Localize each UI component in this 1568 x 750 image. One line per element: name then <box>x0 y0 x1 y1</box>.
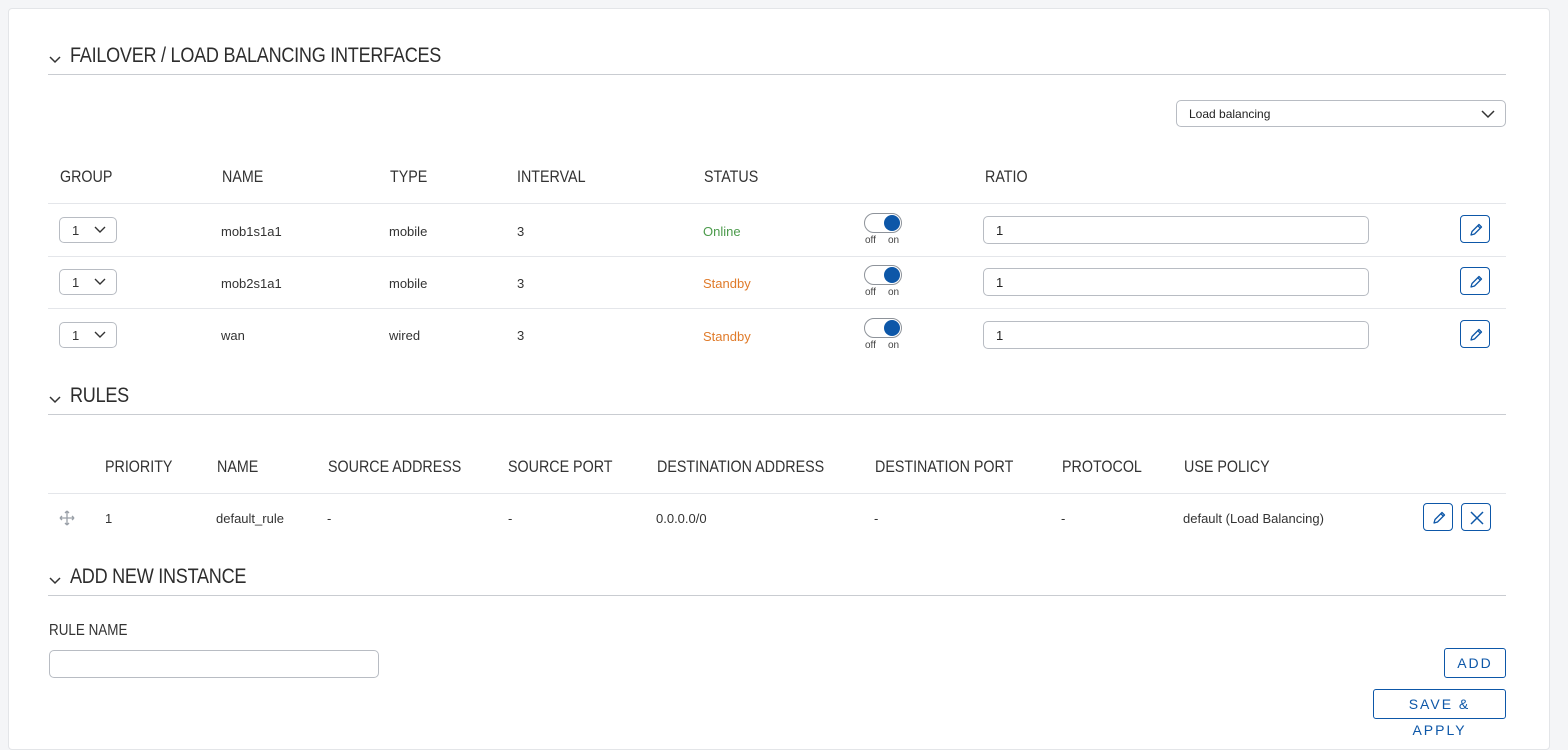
rule-priority: 1 <box>105 511 113 526</box>
header-source-address: SOURCE ADDRESS <box>328 457 462 476</box>
rule-name: default_rule <box>216 511 284 526</box>
header-destination-address: DESTINATION ADDRESS <box>657 457 825 476</box>
group-select-value: 1 <box>72 328 80 343</box>
edit-button[interactable] <box>1460 267 1490 295</box>
chevron-down-icon <box>49 396 61 404</box>
interface-type: mobile <box>389 224 428 239</box>
rules-section-title: RULES <box>70 384 129 407</box>
ratio-input[interactable] <box>983 321 1369 349</box>
close-icon <box>1470 511 1484 525</box>
interface-interval: 3 <box>517 276 525 291</box>
add-instance-section-title: ADD NEW INSTANCE <box>70 565 247 588</box>
status-badge: Standby <box>703 329 751 344</box>
add-instance-section-header[interactable]: ADD NEW INSTANCE <box>48 565 1506 596</box>
pencil-icon <box>1470 328 1483 341</box>
enable-toggle[interactable]: off on <box>864 318 904 354</box>
chevron-down-icon <box>49 56 61 64</box>
header-priority: PRIORITY <box>105 457 173 476</box>
rule-source-address: - <box>327 511 332 526</box>
toggle-on-label: on <box>888 340 900 351</box>
rules-section-header[interactable]: RULES <box>48 384 1506 415</box>
rule-use-policy: default (Load Balancing) <box>1183 511 1324 526</box>
rule-destination-address: 0.0.0.0/0 <box>656 511 707 526</box>
enable-toggle[interactable]: off on <box>864 265 904 301</box>
header-interval: INTERVAL <box>517 167 586 186</box>
header-type: TYPE <box>390 167 428 186</box>
header-destination-port: DESTINATION PORT <box>875 457 1014 476</box>
interface-interval: 3 <box>517 224 525 239</box>
header-protocol: PROTOCOL <box>1062 457 1142 476</box>
rule-destination-port: - <box>874 511 879 526</box>
mode-select[interactable]: Load balancing <box>1176 100 1506 127</box>
group-select[interactable]: 1 <box>59 269 117 295</box>
chevron-down-icon <box>94 226 106 233</box>
rule-name-label: RULE NAME <box>49 622 128 639</box>
header-ratio: RATIO <box>985 167 1028 186</box>
group-select[interactable]: 1 <box>59 217 117 243</box>
ratio-input[interactable] <box>983 268 1369 296</box>
group-select-value: 1 <box>72 275 80 290</box>
add-button[interactable]: ADD <box>1444 648 1506 678</box>
rule-source-port: - <box>508 511 513 526</box>
row-divider <box>48 256 1506 257</box>
header-rule-name: NAME <box>217 457 259 476</box>
pencil-icon <box>1433 511 1446 524</box>
interface-type: mobile <box>389 276 428 291</box>
toggle-knob <box>884 267 900 283</box>
toggle-off-label: off <box>865 287 876 298</box>
pencil-icon <box>1470 223 1483 236</box>
header-source-port: SOURCE PORT <box>508 457 613 476</box>
delete-rule-button[interactable] <box>1461 503 1491 531</box>
group-select[interactable]: 1 <box>59 322 117 348</box>
interface-name: mob2s1a1 <box>221 276 282 291</box>
toggle-on-label: on <box>888 235 900 246</box>
interface-name: wan <box>221 328 245 343</box>
row-divider <box>48 308 1506 309</box>
pencil-icon <box>1470 275 1483 288</box>
enable-toggle[interactable]: off on <box>864 213 904 249</box>
chevron-down-icon <box>94 278 106 285</box>
toggle-off-label: off <box>865 340 876 351</box>
toggle-knob <box>884 215 900 231</box>
header-use-policy: USE POLICY <box>1184 457 1270 476</box>
group-select-value: 1 <box>72 223 80 238</box>
toggle-on-label: on <box>888 287 900 298</box>
header-group: GROUP <box>60 167 113 186</box>
status-badge: Standby <box>703 276 751 291</box>
interface-name: mob1s1a1 <box>221 224 282 239</box>
interfaces-section-header[interactable]: FAILOVER / LOAD BALANCING INTERFACES <box>48 44 1506 75</box>
rule-name-input[interactable] <box>49 650 379 678</box>
header-status: STATUS <box>704 167 759 186</box>
save-apply-button[interactable]: SAVE & APPLY <box>1373 689 1506 738</box>
mode-select-value: Load balancing <box>1189 107 1271 121</box>
move-icon[interactable] <box>59 510 75 526</box>
interface-type: wired <box>389 328 421 343</box>
edit-button[interactable] <box>1460 320 1490 348</box>
chevron-down-icon <box>94 331 106 338</box>
interface-interval: 3 <box>517 328 525 343</box>
status-badge: Online <box>703 224 741 239</box>
row-divider <box>48 203 1506 204</box>
interfaces-section-title: FAILOVER / LOAD BALANCING INTERFACES <box>70 44 442 67</box>
header-name: NAME <box>222 167 264 186</box>
toggle-off-label: off <box>865 235 876 246</box>
chevron-down-icon <box>49 577 61 585</box>
edit-rule-button[interactable] <box>1423 503 1453 531</box>
ratio-input[interactable] <box>983 216 1369 244</box>
row-divider <box>48 493 1506 494</box>
toggle-knob <box>884 320 900 336</box>
chevron-down-icon <box>1481 110 1495 119</box>
rule-protocol: - <box>1061 511 1066 526</box>
edit-button[interactable] <box>1460 215 1490 243</box>
